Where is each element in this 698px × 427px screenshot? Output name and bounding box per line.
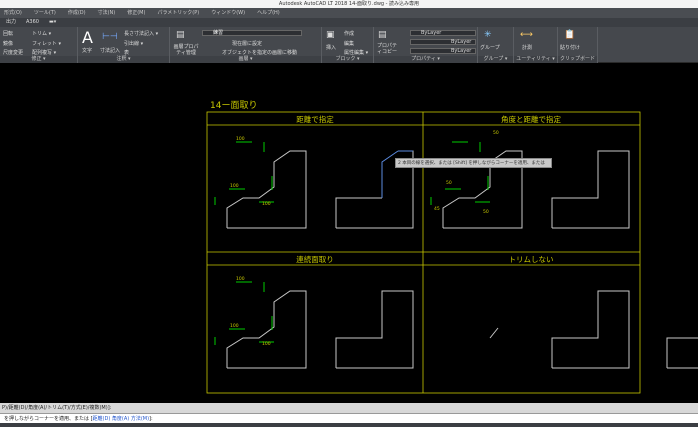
section-heading: トリムしない — [509, 255, 554, 264]
option-angle[interactable]: 角度(A) — [112, 416, 129, 422]
shape-outline[interactable] — [551, 150, 630, 229]
tab-a360[interactable]: A360 — [26, 18, 39, 27]
move-to-layer-button[interactable]: オブジェクトを指定の画層に移動 — [222, 49, 297, 56]
dimension-label: 45 — [434, 206, 440, 212]
dimension-label: 50 — [446, 180, 452, 186]
text-icon[interactable]: A — [82, 28, 93, 47]
panel-block: ▣ 挿入 作成 編集 属性編集 ▾ ブロック ▾ — [322, 27, 374, 63]
menu-item[interactable]: 寸法(N) — [98, 8, 116, 18]
trim-button[interactable]: トリム ▾ — [32, 30, 51, 37]
panel-label[interactable]: クリップボード — [558, 56, 597, 63]
layer-properties-icon: ▤ — [176, 30, 185, 40]
dimension-label: 100 — [262, 201, 271, 207]
option-distance[interactable]: 距離(D) — [93, 416, 111, 422]
mirror-button[interactable]: 鏡像 — [3, 40, 13, 47]
insert-icon: ▣ — [326, 30, 335, 40]
panel-label[interactable]: 画層 ▾ — [170, 56, 321, 63]
set-current-button[interactable]: 現在層に設定 — [232, 40, 262, 47]
fillet-button[interactable]: フィレット ▾ — [32, 40, 61, 47]
dimension-label: 100 — [230, 183, 239, 189]
title-bar: Autodesk AutoCAD LT 2018 14-面取り.dwg - 読み… — [0, 0, 698, 8]
measure-button[interactable]: 計測 — [522, 44, 532, 51]
dimension-label: 50 — [483, 209, 489, 215]
command-history: P)/距離(D)/角度(A)/トリム(T)/方式(E)/複数(M)]: — [0, 403, 698, 413]
panel-utilities: ⟷ 計測 ユーティリティ ▾ — [514, 27, 558, 63]
panel-label[interactable]: ブロック ▾ — [322, 56, 373, 63]
layer-properties-button[interactable]: 画層プロパティ管理 — [172, 44, 200, 56]
table-button[interactable]: 表 — [124, 49, 129, 56]
ribbon: 回転 鏡像 尺度変更 トリム ▾ フィレット ▾ 配列複写 ▾ 修正 ▾ A 文… — [0, 27, 698, 63]
match-properties-icon: ▤ — [378, 30, 387, 40]
panel-label[interactable]: グループ ▾ — [478, 56, 513, 63]
scale-button[interactable]: 尺度変更 — [3, 49, 23, 56]
lineweight-dropdown[interactable]: ByLayer — [410, 48, 476, 54]
edit-attributes-button[interactable]: 属性編集 ▾ — [344, 49, 368, 56]
tab-output[interactable]: 出力 — [6, 18, 16, 27]
panel-layers: ▤ 画層プロパティ管理 練習 現在層に設定 オブジェクトを指定の画層に移動 画層… — [170, 27, 322, 63]
menu-item[interactable]: 作成(D) — [68, 8, 86, 18]
dimension-label: 100 — [262, 341, 271, 347]
shape-outline[interactable] — [666, 291, 698, 369]
drawing-title: 14ー面取り — [210, 100, 257, 111]
chamfer-line[interactable] — [489, 327, 499, 339]
menu-item[interactable]: ウィンドウ(W) — [211, 8, 245, 18]
drawing-frame — [206, 111, 641, 394]
shape-outline[interactable] — [551, 290, 630, 369]
section-heading: 角度と距離で指定 — [501, 114, 561, 124]
shape-outline[interactable] — [335, 290, 414, 369]
panel-label[interactable]: プロパティ ▾ — [374, 56, 477, 63]
menu-item[interactable]: ヘルプ(H) — [257, 8, 280, 18]
panel-label[interactable]: 修正 ▾ — [0, 56, 77, 63]
create-block-button[interactable]: 作成 — [344, 30, 354, 37]
insert-button[interactable]: 挿入 — [326, 44, 336, 51]
section-heading: 距離で指定 — [296, 114, 334, 124]
match-properties-button[interactable]: プロパティコピー — [376, 43, 398, 55]
tab-more-icon[interactable]: ▬▾ — [49, 18, 56, 27]
command-line[interactable]: を押しながらコーナーを適用、または [距離(D) 角度(A) 方法(M)]: — [0, 413, 698, 423]
menu-item[interactable]: ツール(T) — [34, 8, 56, 18]
command-tooltip: 2 本目の線を選択、または [Shift] を押しながらコーナーを適用、または — [395, 158, 552, 168]
dimension-label: 100 — [236, 276, 245, 282]
paste-icon: 📋 — [564, 30, 576, 40]
status-bar — [0, 423, 698, 427]
option-method[interactable]: 方法(M) — [131, 416, 149, 422]
panel-clipboard: 📋 貼り付け クリップボード — [558, 27, 598, 63]
color-dropdown[interactable]: ByLayer — [410, 30, 476, 36]
linetype-dropdown[interactable]: ByLayer — [410, 39, 476, 45]
text-button[interactable]: 文字 — [82, 47, 92, 54]
panel-modify: 回転 鏡像 尺度変更 トリム ▾ フィレット ▾ 配列複写 ▾ 修正 ▾ — [0, 27, 78, 63]
panel-label[interactable]: 注釈 ▾ — [78, 56, 169, 63]
dimension-icon: ⊢⊣ — [102, 32, 118, 42]
dimension-label: 100 — [230, 323, 239, 329]
menu-item[interactable]: 修正(M) — [127, 8, 145, 18]
dimension-button[interactable]: 寸法記入 — [100, 47, 120, 54]
linear-dim-button[interactable]: 長さ寸法記入 ▾ — [124, 30, 158, 37]
array-button[interactable]: 配列複写 ▾ — [32, 49, 56, 56]
measure-icon: ⟷ — [520, 30, 533, 40]
menu-bar: 形式(O) ツール(T) 作成(D) 寸法(N) 修正(M) パラメトリック(P… — [0, 8, 698, 18]
edit-block-button[interactable]: 編集 — [344, 40, 354, 47]
paste-button[interactable]: 貼り付け — [560, 44, 580, 51]
menu-item[interactable]: 形式(O) — [4, 8, 22, 18]
ribbon-tabs: 出力 A360 ▬▾ — [0, 18, 698, 27]
dimension-label: 100 — [236, 136, 245, 142]
rotate-button[interactable]: 回転 — [3, 30, 13, 37]
leader-button[interactable]: 引出線 ▾ — [124, 40, 143, 47]
command-prompt-end: ]: — [149, 416, 153, 422]
panel-label[interactable]: ユーティリティ ▾ — [514, 56, 557, 63]
panel-groups: ✳ グループ グループ ▾ — [478, 27, 514, 63]
group-icon: ✳ — [484, 30, 492, 40]
drawing-canvas[interactable]: 14ー面取り 距離で指定 角度と距離で指定 連続面取り トリムしない 100 1… — [0, 63, 698, 400]
command-prompt: を押しながらコーナーを適用、または [ — [4, 416, 93, 422]
panel-annotation: A 文字 寸法記入 ⊢⊣ 長さ寸法記入 ▾ 引出線 ▾ 表 注釈 ▾ — [78, 27, 170, 63]
section-heading: 連続面取り — [296, 254, 334, 264]
menu-item[interactable]: パラメトリック(P) — [157, 8, 199, 18]
shape-outline[interactable] — [335, 197, 382, 228]
group-button[interactable]: グループ — [480, 44, 500, 51]
dimension-label: 50 — [493, 130, 499, 136]
layer-dropdown[interactable]: 練習 — [202, 30, 302, 36]
panel-properties: ▤ プロパティコピー ByLayer ByLayer ByLayer プロパティ… — [374, 27, 478, 63]
